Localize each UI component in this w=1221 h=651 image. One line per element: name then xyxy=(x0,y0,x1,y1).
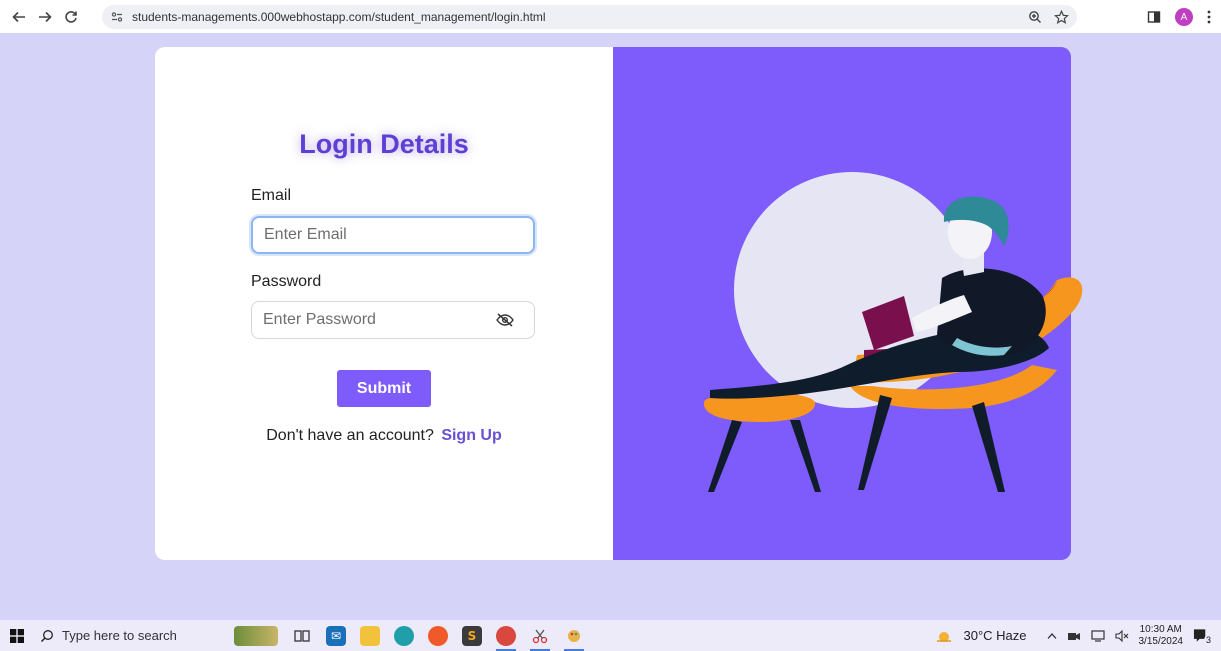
windows-taskbar: Type here to search ✉ S 30°C Haze 10:30 … xyxy=(0,620,1221,651)
search-placeholder: Type here to search xyxy=(62,628,177,643)
speaker-muted-icon[interactable] xyxy=(1114,629,1129,642)
snipping-tool-icon[interactable] xyxy=(530,626,550,651)
clock-time: 10:30 AM xyxy=(1139,623,1182,635)
footstool-leg xyxy=(790,420,821,492)
brave-icon[interactable] xyxy=(428,625,448,646)
omnibox-actions xyxy=(1028,5,1069,29)
windows-logo-icon xyxy=(10,628,24,643)
chair-leg xyxy=(858,395,892,490)
arrow-right-icon xyxy=(39,11,52,22)
file-explorer-icon[interactable] xyxy=(360,625,380,646)
login-form-panel: Login Details Email Password Submit Don'… xyxy=(155,47,613,560)
clock-date: 3/15/2024 xyxy=(1138,635,1184,647)
back-button[interactable] xyxy=(6,4,32,30)
reload-button[interactable] xyxy=(58,4,84,30)
more-menu-icon[interactable] xyxy=(1207,10,1211,24)
browser-toolbar: students-managements.000webhostapp.com/s… xyxy=(0,0,1221,33)
site-settings-icon[interactable] xyxy=(110,10,124,24)
password-label: Password xyxy=(251,273,322,290)
profile-avatar[interactable]: A xyxy=(1175,8,1193,26)
chair-leg xyxy=(972,402,1005,492)
weather-text[interactable]: 30°C Haze xyxy=(963,628,1026,643)
meet-now-icon[interactable] xyxy=(1067,630,1081,642)
system-tray: 30°C Haze 10:30 AM 3/15/2024 3 xyxy=(935,620,1213,651)
edge-icon[interactable] xyxy=(394,625,414,646)
chevron-up-icon[interactable] xyxy=(1047,632,1057,640)
reading-person-illustration xyxy=(703,172,1083,492)
arrow-left-icon xyxy=(12,11,25,22)
mail-icon[interactable]: ✉ xyxy=(326,625,346,646)
paint-icon[interactable] xyxy=(564,626,584,651)
forward-button[interactable] xyxy=(32,4,58,30)
zoom-icon[interactable] xyxy=(1028,10,1042,24)
signup-prompt: Don't have an account? Sign Up xyxy=(155,427,613,445)
sublime-text-icon[interactable]: S xyxy=(462,625,482,646)
no-account-text: Don't have an account? xyxy=(266,427,434,444)
search-icon xyxy=(40,629,53,642)
email-field[interactable] xyxy=(251,216,535,254)
browser-actions: A xyxy=(1147,5,1211,29)
taskbar-pinned-apps: ✉ S xyxy=(234,625,584,651)
start-button[interactable] xyxy=(0,620,34,651)
side-panel-icon[interactable] xyxy=(1147,10,1161,24)
email-label: Email xyxy=(251,187,292,204)
address-bar[interactable]: students-managements.000webhostapp.com/s… xyxy=(102,5,1077,29)
weather-icon[interactable] xyxy=(935,629,953,643)
notification-center-button[interactable]: 3 xyxy=(1193,626,1213,646)
footstool-leg xyxy=(708,420,742,492)
chrome-icon[interactable] xyxy=(496,625,516,651)
page-title: Login Details xyxy=(299,129,469,159)
search-highlights-icon[interactable] xyxy=(234,625,278,646)
submit-button[interactable]: Submit xyxy=(337,370,431,407)
reload-icon xyxy=(65,10,77,23)
task-view-icon[interactable] xyxy=(292,626,312,646)
network-icon[interactable] xyxy=(1090,629,1105,642)
taskbar-search[interactable]: Type here to search xyxy=(34,620,204,651)
clock[interactable]: 10:30 AM 3/15/2024 xyxy=(1139,624,1184,648)
bookmark-star-icon[interactable] xyxy=(1054,9,1069,25)
toggle-password-visibility-icon[interactable] xyxy=(495,313,515,327)
notification-count: 3 xyxy=(1203,634,1213,645)
signup-link[interactable]: Sign Up xyxy=(441,427,501,444)
password-field[interactable] xyxy=(251,301,535,339)
url-text[interactable]: students-managements.000webhostapp.com/s… xyxy=(132,10,546,24)
